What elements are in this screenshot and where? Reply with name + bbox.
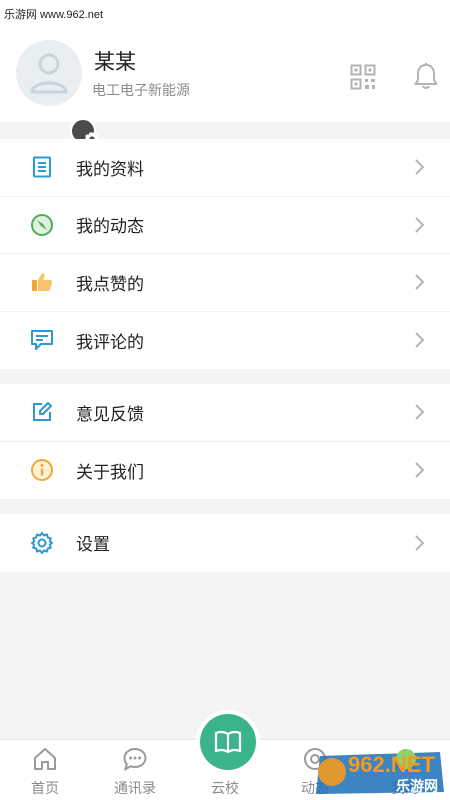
user-name: 某某 xyxy=(94,50,136,74)
chat-icon xyxy=(123,747,147,771)
watermark-top: 乐游网 www.962.net xyxy=(4,9,104,21)
menu-item-my-likes[interactable]: 我点赞的 xyxy=(0,254,450,312)
chevron-right-icon xyxy=(415,462,425,478)
profile-page: 乐游网 www.962.net 某某 电工电子新能源 我的资料 我的动态 我点赞… xyxy=(0,0,450,800)
watermark-badge-text: 962.NET xyxy=(348,752,435,777)
menu-group-about: 意见反馈 关于我们 xyxy=(0,384,450,499)
document-icon xyxy=(30,155,54,179)
chevron-right-icon xyxy=(415,274,425,290)
menu-item-my-posts[interactable]: 我的动态 xyxy=(0,197,450,254)
menu-item-feedback[interactable]: 意见反馈 xyxy=(0,384,450,442)
comment-icon xyxy=(30,328,54,352)
compass-icon xyxy=(30,213,54,237)
menu-group-account: 我的资料 我的动态 我点赞的 我评论的 xyxy=(0,139,450,369)
tab-contacts-label: 通讯录 xyxy=(114,781,156,797)
menu-item-label: 设置 xyxy=(76,535,110,556)
menu-item-my-profile[interactable]: 我的资料 xyxy=(0,139,450,197)
menu-group-settings: 设置 xyxy=(0,514,450,572)
watermark-badge-subtext: 乐游网 xyxy=(396,779,438,795)
chevron-right-icon xyxy=(415,535,425,551)
bell-icon[interactable] xyxy=(413,62,439,90)
home-icon xyxy=(34,748,56,770)
user-placeholder-icon xyxy=(30,53,68,94)
chevron-right-icon xyxy=(415,332,425,348)
menu-item-my-comments[interactable]: 我评论的 xyxy=(0,312,450,370)
menu-item-label: 我的动态 xyxy=(76,217,144,238)
chevron-right-icon xyxy=(415,217,425,233)
menu-item-label: 我点赞的 xyxy=(76,274,144,295)
menu-item-about-us[interactable]: 关于我们 xyxy=(0,442,450,500)
tab-contacts[interactable]: 通讯录 xyxy=(90,740,180,800)
menu-item-label: 我评论的 xyxy=(76,332,144,353)
menu-item-settings[interactable]: 设置 xyxy=(0,514,450,572)
menu-item-label: 意见反馈 xyxy=(76,404,144,425)
menu-item-label: 关于我们 xyxy=(76,462,144,483)
chevron-right-icon xyxy=(415,159,425,175)
avatar[interactable] xyxy=(16,40,99,144)
user-subtitle: 电工电子新能源 xyxy=(92,83,190,99)
chevron-right-icon xyxy=(415,404,425,420)
qr-code-icon[interactable] xyxy=(350,64,376,90)
thumbs-up-icon xyxy=(30,270,54,294)
tab-home-label: 首页 xyxy=(31,781,59,797)
tab-cloud-school-label: 云校 xyxy=(211,781,239,797)
info-icon xyxy=(30,458,54,482)
book-icon xyxy=(214,730,242,754)
menu-item-label: 我的资料 xyxy=(76,159,144,180)
edit-icon xyxy=(30,400,54,424)
gear-icon xyxy=(30,531,54,555)
tab-home[interactable]: 首页 xyxy=(0,740,90,800)
cloud-school-button-inner xyxy=(200,714,256,770)
cloud-school-button[interactable] xyxy=(196,710,260,774)
